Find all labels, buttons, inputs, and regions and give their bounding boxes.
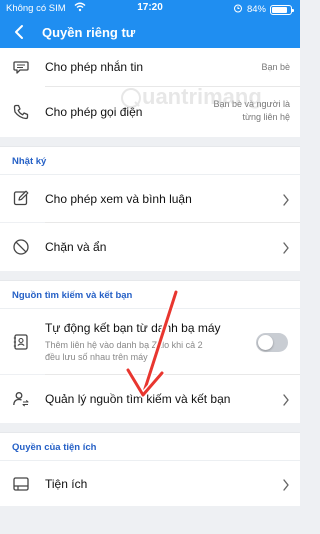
section-gap	[0, 423, 300, 432]
row-allow-view-comment[interactable]: Cho phép xem và bình luận	[0, 174, 300, 222]
chat-icon	[12, 58, 30, 76]
section-diary-title: Nhật ký	[12, 156, 47, 167]
allow-view-comment-label: Cho phép xem và bình luận	[45, 192, 192, 206]
section-sources: Nguồn tìm kiếm và kết bạn	[0, 280, 300, 308]
edit-icon	[12, 189, 30, 207]
status-right: 84%	[233, 3, 294, 16]
allow-calls-value-line2: từng liên hệ	[242, 112, 290, 122]
section-utilities-title: Quyền của tiện ích	[12, 442, 97, 453]
app-header: Không có SIM 17:20 84% Quyền riêng tư	[0, 0, 300, 48]
chevron-right-icon	[282, 193, 290, 206]
battery-icon	[270, 4, 294, 15]
alarm-icon	[233, 3, 243, 16]
row-manage-sources[interactable]: Quản lý nguồn tìm kiếm và kết bạn	[0, 375, 300, 423]
allow-messages-value: Bạn bè	[261, 62, 290, 72]
person-sync-icon	[12, 390, 30, 408]
row-auto-friend-contacts[interactable]: Tự động kết bạn từ danh bạ máy Thêm liên…	[0, 308, 300, 374]
phone-icon	[12, 103, 30, 121]
widget-icon	[12, 475, 30, 493]
auto-friend-toggle[interactable]	[256, 333, 288, 352]
top-bar: Quyền riêng tư	[0, 20, 300, 46]
chevron-right-icon	[282, 478, 290, 491]
section-utilities: Quyền của tiện ích	[0, 432, 300, 460]
contacts-book-icon	[12, 333, 30, 351]
back-chevron-icon[interactable]	[10, 22, 30, 42]
manage-sources-label: Quản lý nguồn tìm kiếm và kết bạn	[45, 392, 231, 406]
utilities-label: Tiện ích	[45, 477, 88, 491]
block-icon	[12, 238, 30, 256]
auto-friend-description: Thêm liên hệ vào danh bạ Zalo khi cả 2 đ…	[45, 339, 245, 363]
chevron-right-icon	[282, 393, 290, 406]
block-hide-label: Chặn và ẩn	[45, 240, 107, 254]
section-gap	[0, 271, 300, 280]
status-bar: Không có SIM 17:20 84%	[0, 0, 300, 17]
battery-percent: 84%	[246, 4, 266, 15]
section-diary: Nhật ký	[0, 146, 300, 174]
auto-friend-label: Tự động kết bạn từ danh bạ máy	[45, 321, 221, 335]
allow-messages-label: Cho phép nhắn tin	[45, 60, 144, 74]
page-title: Quyền riêng tư	[42, 25, 136, 40]
row-block-hide[interactable]: Chặn và ẩn	[0, 223, 300, 271]
watermark-text: uantrimang	[142, 84, 262, 109]
watermark-logo: uantrimang	[120, 82, 262, 112]
row-allow-messages[interactable]: Cho phép nhắn tin Bạn bè	[0, 48, 300, 86]
auto-friend-description-line2: đều lưu số nhau trên máy	[45, 352, 148, 362]
auto-friend-description-line1: Thêm liên hệ vào danh bạ Zalo khi cả 2	[45, 340, 203, 350]
row-utilities[interactable]: Tiện ích	[0, 460, 300, 506]
chevron-right-icon	[282, 241, 290, 254]
section-gap	[0, 137, 300, 146]
toggle-knob	[258, 335, 273, 350]
section-sources-title: Nguồn tìm kiếm và kết bạn	[12, 290, 133, 301]
